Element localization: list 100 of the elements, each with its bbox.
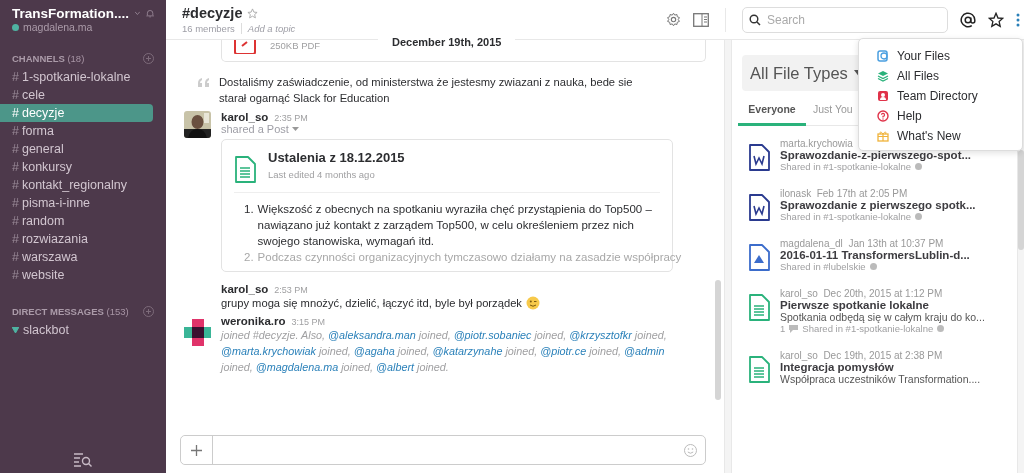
- shared-channel: Shared in #1-spotkanie-lokalne: [780, 161, 911, 172]
- mention-link[interactable]: @magdalena.ma: [255, 361, 339, 373]
- search-field[interactable]: Search: [742, 6, 948, 33]
- add-button[interactable]: [181, 436, 213, 464]
- author-name: karol_so: [221, 283, 269, 295]
- file-size: 250KB PDF: [270, 40, 321, 51]
- team-name[interactable]: TransFormation....: [12, 6, 130, 21]
- add-icon[interactable]: [143, 306, 154, 317]
- search-icon: [749, 13, 761, 26]
- file-title: Sprawozdanie-z-pierwszego-spot...: [780, 149, 972, 161]
- mention-icon[interactable]: [960, 11, 976, 28]
- globe-icon: [869, 263, 877, 270]
- word-file-icon: [748, 194, 770, 222]
- globe-icon: [915, 163, 922, 170]
- channel-item[interactable]: # rozwiazania: [0, 230, 153, 248]
- globe-icon: [915, 213, 922, 220]
- file-meta: karol_so Dec 19th, 2015 at 2:38 PM: [780, 350, 943, 361]
- file-title: Sprawozdanie z pierwszego spotk...: [780, 199, 976, 211]
- channel-item[interactable]: # forma: [0, 122, 153, 140]
- menu-item[interactable]: All Files: [859, 66, 1022, 86]
- mention-link[interactable]: @admin: [624, 345, 665, 357]
- document-icon: [748, 294, 770, 322]
- scrollbar-thumb[interactable]: [1018, 150, 1024, 250]
- star-icon[interactable]: [988, 11, 1004, 28]
- drive-file-icon: [748, 244, 770, 272]
- mention-link[interactable]: @piotr.sobaniec: [453, 329, 532, 341]
- direct-message-item[interactable]: slackbot: [0, 321, 153, 339]
- menu-item[interactable]: Team Directory: [859, 86, 1022, 106]
- globe-icon: [937, 325, 945, 332]
- channel-item[interactable]: # random: [0, 212, 153, 230]
- bell-icon[interactable]: [145, 7, 154, 20]
- file-title: Pierwsze spotkanie lokalne: [780, 299, 930, 311]
- channel-item[interactable]: # 1-spotkanie-lokalne: [0, 68, 153, 86]
- file-item[interactable]: karol_so Dec 20th, 2015 at 1:12 PM Pierwsze spotkanie lokalne Spotkania odbędą się w całym kraju do ko... 1 Shared in #1-spotkanie-lokalne: [732, 276, 1017, 338]
- mention-link[interactable]: @krzysztofkr: [569, 329, 632, 341]
- star-icon[interactable]: [247, 7, 259, 19]
- user-name: magdalena.ma: [23, 21, 93, 33]
- gift-icon: [877, 130, 889, 142]
- menu-item[interactable]: Your Files: [859, 46, 1022, 66]
- channel-item[interactable]: # konkursy: [0, 158, 153, 176]
- help-icon: [877, 110, 889, 122]
- file-item[interactable]: magdalena_dl Jan 13th at 10:37 PM 2016-01-11 TransformersLublin-d... Shared in #lubelskie: [732, 226, 1017, 276]
- chevron-icon: [135, 11, 140, 16]
- menu-item[interactable]: What's New: [859, 126, 1022, 146]
- file-meta: ilonask Feb 17th at 2:05 PM: [780, 188, 908, 199]
- message-text: grupy moga się mnożyć, dzielić, łączyć itd, byle był porządek: [221, 296, 522, 311]
- mention-link[interactable]: @marta.krychowiak: [221, 345, 316, 357]
- contact-card-icon: [877, 90, 889, 102]
- post-title: Ustalenia z 18.12.2015: [268, 150, 405, 165]
- wink-emoji-icon: [525, 296, 540, 310]
- pdf-icon: [234, 40, 256, 54]
- share-action: shared a Post: [221, 123, 289, 135]
- channel-item[interactable]: # warszawa: [0, 248, 153, 266]
- mention-link[interactable]: @aleksandra.man: [328, 329, 416, 341]
- file-preview: Współpraca uczestników Transformation....: [780, 373, 981, 385]
- mention-link[interactable]: @agaha: [353, 345, 395, 357]
- quote-icon: [198, 78, 210, 87]
- channel-title: #decyzje: [182, 5, 243, 21]
- channel-item[interactable]: # pisma-i-inne: [0, 194, 153, 212]
- post-list-item: Podczas czynności organizacyjnych tymczasowo działamy na zasadzie współpracy: [257, 250, 682, 265]
- timestamp: 2:53 PM: [274, 285, 308, 295]
- timestamp: 3:15 PM: [291, 317, 326, 327]
- shared-channel: Shared in #lubelskie: [780, 261, 866, 272]
- filter-tab[interactable]: Everyone: [738, 99, 806, 126]
- channel-item[interactable]: # website: [0, 266, 153, 284]
- file-meta: marta.krychowia: [780, 138, 853, 149]
- list-search-icon[interactable]: [74, 453, 92, 467]
- file-item[interactable]: ilonask Feb 17th at 2:05 PM Sprawozdanie z pierwszego spotk... Shared in #1-spotkanie-lokalne: [732, 176, 1017, 226]
- file-meta: karol_so Dec 20th, 2015 at 1:12 PM: [780, 288, 943, 299]
- author-name: karol_so: [221, 111, 269, 123]
- file-stack-icon: [877, 50, 889, 62]
- add-icon[interactable]: [143, 53, 154, 64]
- panel-toggle-icon[interactable]: [693, 12, 709, 27]
- shared-channel: Shared in #1-spotkanie-lokalne: [780, 211, 911, 222]
- channel-item[interactable]: # decyzje: [0, 104, 153, 122]
- shared-channel: Shared in #1-spotkanie-lokalne: [802, 323, 934, 334]
- plus-icon: [191, 444, 202, 456]
- timestamp: 2:35 PM: [274, 113, 308, 123]
- mention-link[interactable]: @katarzynahe: [432, 345, 503, 357]
- channel-item[interactable]: # kontakt_regionalny: [0, 176, 153, 194]
- channel-item[interactable]: # general: [0, 140, 153, 158]
- scrollbar-thumb[interactable]: [715, 280, 721, 400]
- section-header[interactable]: CHANNELS (18): [12, 53, 85, 64]
- mention-link[interactable]: @albert: [376, 361, 414, 373]
- more-icon[interactable]: [1016, 12, 1020, 27]
- post-list-item: Większość z obecnych na spotkaniu wyraziła chęć przystąpienia do Top500 – nawiązano już kontakt z zarządem Top500, w celu określeniem przez nich swojego stanowiska, wymagań itd.: [257, 202, 653, 249]
- emoji-icon[interactable]: [684, 443, 697, 457]
- file-preview: Spotkania odbędą się w całym kraju do ko...: [780, 311, 985, 323]
- section-header[interactable]: DIRECT MESSAGES (153): [12, 306, 129, 317]
- post-edited: Last edited 4 months ago: [268, 169, 376, 180]
- channel-item[interactable]: # cele: [0, 86, 153, 104]
- mention-link[interactable]: @piotr.ce: [540, 345, 587, 357]
- document-icon: [234, 156, 256, 184]
- file-title: 2016-01-11 TransformersLublin-d...: [780, 249, 970, 261]
- settings-icon[interactable]: [666, 12, 681, 27]
- word-file-icon: [748, 144, 770, 172]
- file-item[interactable]: karol_so Dec 19th, 2015 at 2:38 PM Integracja pomysłów Współpraca uczestników Transformation....: [732, 338, 1017, 389]
- document-icon: [748, 356, 770, 384]
- menu-item[interactable]: Help: [859, 106, 1022, 126]
- file-title: Integracja pomysłów: [780, 361, 895, 373]
